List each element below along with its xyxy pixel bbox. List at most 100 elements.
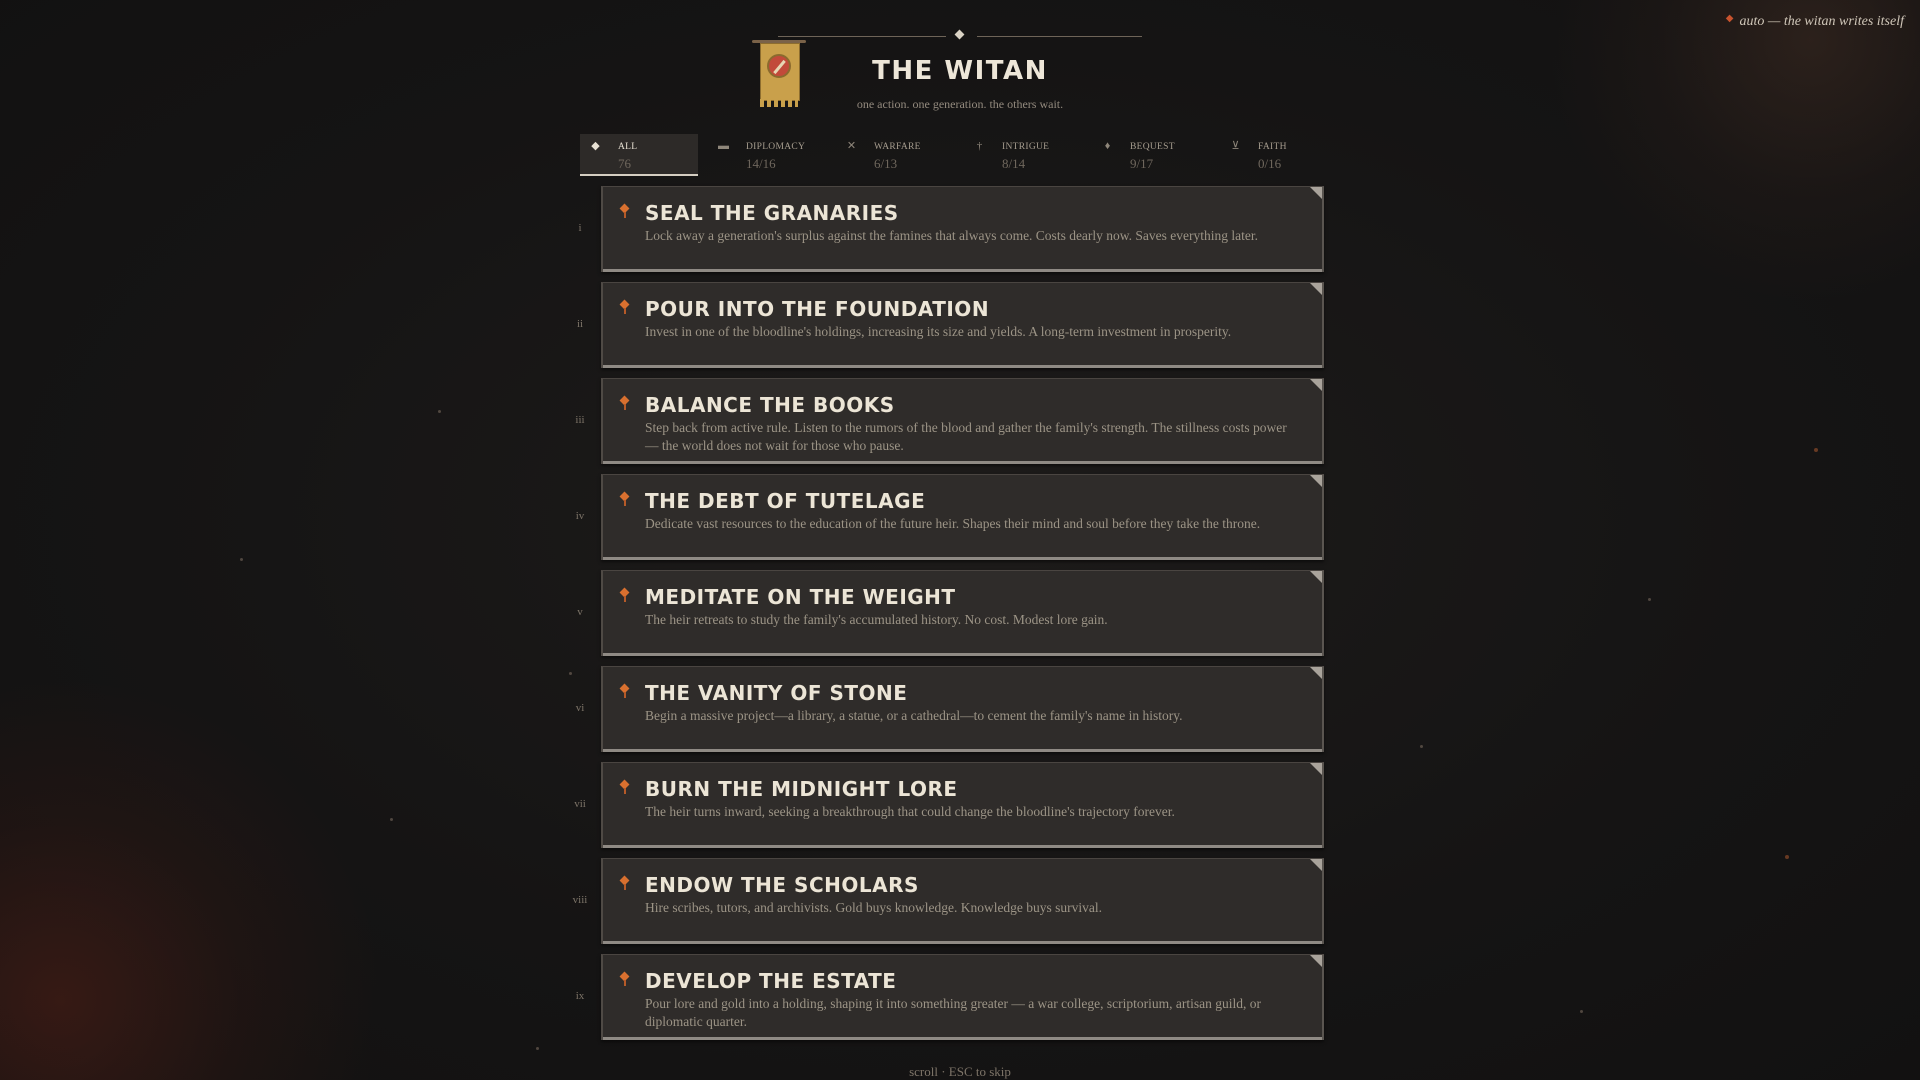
row-numeral: vii: [574, 798, 586, 810]
action-row: viii ENDOW THE SCHOLARS Hire scribes, tu…: [560, 858, 1324, 946]
card-corner: [1310, 763, 1322, 775]
card-corner: [1310, 283, 1322, 295]
action-description: The heir retreats to study the family's …: [645, 612, 1108, 627]
page-subtitle: one action. one generation. the others w…: [856, 97, 1064, 111]
action-description: Invest in one of the bloodline's holding…: [645, 324, 1232, 339]
tab-count: 8/14: [1002, 156, 1026, 171]
ambient-mote: [536, 1047, 539, 1050]
action-row: vii BURN THE MIDNIGHT LORE The heir turn…: [560, 762, 1324, 850]
action-title: SEAL THE GRANARIES: [645, 201, 899, 225]
action-row: ix DEVELOP THE ESTATE Pour lore and gold…: [560, 954, 1324, 1042]
tab-intrigue[interactable]: † INTRIGUE 8/14: [964, 134, 1082, 176]
card-corner: [1310, 955, 1322, 967]
action-description: Dedicate vast resources to the education…: [645, 516, 1261, 531]
ember-icon: [620, 395, 630, 410]
category-tabs: ◆ ALL 76 ▬ DIPLOMACY 14/16 ✕ WARFARE 6/1…: [580, 134, 1286, 176]
row-numeral: viii: [572, 894, 588, 906]
ember-icon: [620, 683, 630, 698]
card-corner: [1310, 379, 1322, 391]
action-row: iv THE DEBT OF TUTELAGE Dedicate vast re…: [560, 474, 1324, 562]
action-row: ii POUR INTO THE FOUNDATION Invest in on…: [560, 282, 1324, 370]
ember-icon: [620, 299, 630, 314]
action-description: Hire scribes, tutors, and archivists. Go…: [645, 900, 1103, 915]
header-ornament: [778, 29, 1142, 44]
tab-faith[interactable]: ⊻ FAITH 0/16: [1220, 134, 1338, 176]
action-card-endow-the-scholars[interactable]: ENDOW THE SCHOLARS Hire scribes, tutors,…: [601, 858, 1324, 944]
action-title: DEVELOP THE ESTATE: [645, 969, 897, 993]
tab-all[interactable]: ◆ ALL 76: [580, 134, 698, 176]
ambient-mote: [1580, 1010, 1583, 1013]
row-numeral: ii: [576, 318, 584, 330]
card-corner: [1310, 667, 1322, 679]
ambient-ember: [1814, 448, 1818, 452]
tab-count: 76: [618, 156, 631, 171]
ambient-ember: [1785, 855, 1789, 859]
flame-icon: ♦: [1104, 140, 1111, 152]
action-row: i SEAL THE GRANARIES Lock away a generat…: [560, 186, 1324, 274]
tab-label: INTRIGUE: [1002, 142, 1050, 152]
row-numeral: v: [577, 606, 583, 618]
action-title: POUR INTO THE FOUNDATION: [645, 297, 990, 321]
action-description: The heir turns inward, seeking a breakth…: [645, 804, 1175, 819]
action-description: Step back from active rule. Listen to th…: [645, 420, 1287, 453]
tab-label: BEQUEST: [1130, 142, 1175, 152]
row-numeral: vi: [575, 702, 585, 714]
action-title: BALANCE THE BOOKS: [645, 393, 895, 417]
action-title: THE VANITY OF STONE: [645, 681, 908, 705]
tab-bequest[interactable]: ♦ BEQUEST 9/17: [1092, 134, 1210, 176]
action-card-balance-the-books[interactable]: BALANCE THE BOOKS Step back from active …: [601, 378, 1324, 464]
action-row: vi THE VANITY OF STONE Begin a massive p…: [560, 666, 1324, 754]
action-card-burn-the-midnight-lore[interactable]: BURN THE MIDNIGHT LORE The heir turns in…: [601, 762, 1324, 848]
tab-count: 0/16: [1258, 156, 1282, 171]
action-title: THE DEBT OF TUTELAGE: [645, 489, 926, 513]
action-description: Pour lore and gold into a holding, shapi…: [645, 996, 1261, 1029]
ambient-mote: [240, 558, 243, 561]
auto-toggle-label: auto — the witan writes itself: [1739, 14, 1904, 29]
diamond-icon: ◆: [591, 140, 600, 152]
tab-label: ALL: [618, 142, 638, 152]
action-description: Begin a massive project—a library, a sta…: [645, 708, 1183, 723]
tab-count: 6/13: [874, 156, 898, 171]
row-numeral: iii: [575, 414, 585, 426]
tab-warfare[interactable]: ✕ WARFARE 6/13: [836, 134, 954, 176]
ambient-mote: [1648, 598, 1651, 601]
tab-label: WARFARE: [874, 142, 921, 152]
dagger-icon: †: [976, 140, 983, 152]
card-corner: [1310, 475, 1322, 487]
chalice-icon: ⊻: [1231, 140, 1240, 152]
ambient-mote: [438, 410, 441, 413]
ember-icon: [620, 203, 630, 218]
scroll-icon: ▬: [718, 140, 729, 152]
row-numeral: i: [578, 222, 582, 234]
ember-icon: [620, 971, 630, 986]
card-corner: [1310, 571, 1322, 583]
card-corner: [1310, 187, 1322, 199]
auto-toggle[interactable]: ◆ auto — the witan writes itself: [1726, 14, 1904, 30]
row-numeral: ix: [575, 990, 585, 1002]
auto-indicator-icon: ◆: [1725, 13, 1734, 24]
action-row: iii BALANCE THE BOOKS Step back from act…: [560, 378, 1324, 466]
tab-diplomacy[interactable]: ▬ DIPLOMACY 14/16: [708, 134, 826, 176]
action-description: Lock away a generation's surplus against…: [645, 228, 1259, 243]
action-card-meditate-on-the-weight[interactable]: MEDITATE ON THE WEIGHT The heir retreats…: [601, 570, 1324, 656]
card-corner: [1310, 859, 1322, 871]
action-row: v MEDITATE ON THE WEIGHT The heir retrea…: [560, 570, 1324, 658]
ember-icon: [620, 875, 630, 890]
action-title: ENDOW THE SCHOLARS: [645, 873, 919, 897]
ambient-mote: [390, 818, 393, 821]
tab-count: 14/16: [746, 156, 776, 171]
tab-label: DIPLOMACY: [746, 142, 806, 152]
crossed-swords-icon: ✕: [846, 140, 857, 152]
tab-label: FAITH: [1258, 142, 1287, 152]
action-title: MEDITATE ON THE WEIGHT: [645, 585, 956, 609]
ambient-mote: [1420, 745, 1423, 748]
tab-count: 9/17: [1130, 156, 1154, 171]
action-card-seal-the-granaries[interactable]: SEAL THE GRANARIES Lock away a generatio…: [601, 186, 1324, 272]
action-card-the-debt-of-tutelage[interactable]: THE DEBT OF TUTELAGE Dedicate vast resou…: [601, 474, 1324, 560]
action-card-develop-the-estate[interactable]: DEVELOP THE ESTATE Pour lore and gold in…: [601, 954, 1324, 1040]
ember-icon: [620, 587, 630, 602]
ember-icon: [620, 779, 630, 794]
action-card-pour-into-the-foundation[interactable]: POUR INTO THE FOUNDATION Invest in one o…: [601, 282, 1324, 368]
action-card-the-vanity-of-stone[interactable]: THE VANITY OF STONE Begin a massive proj…: [601, 666, 1324, 752]
page-title: THE WITAN: [872, 56, 1048, 86]
